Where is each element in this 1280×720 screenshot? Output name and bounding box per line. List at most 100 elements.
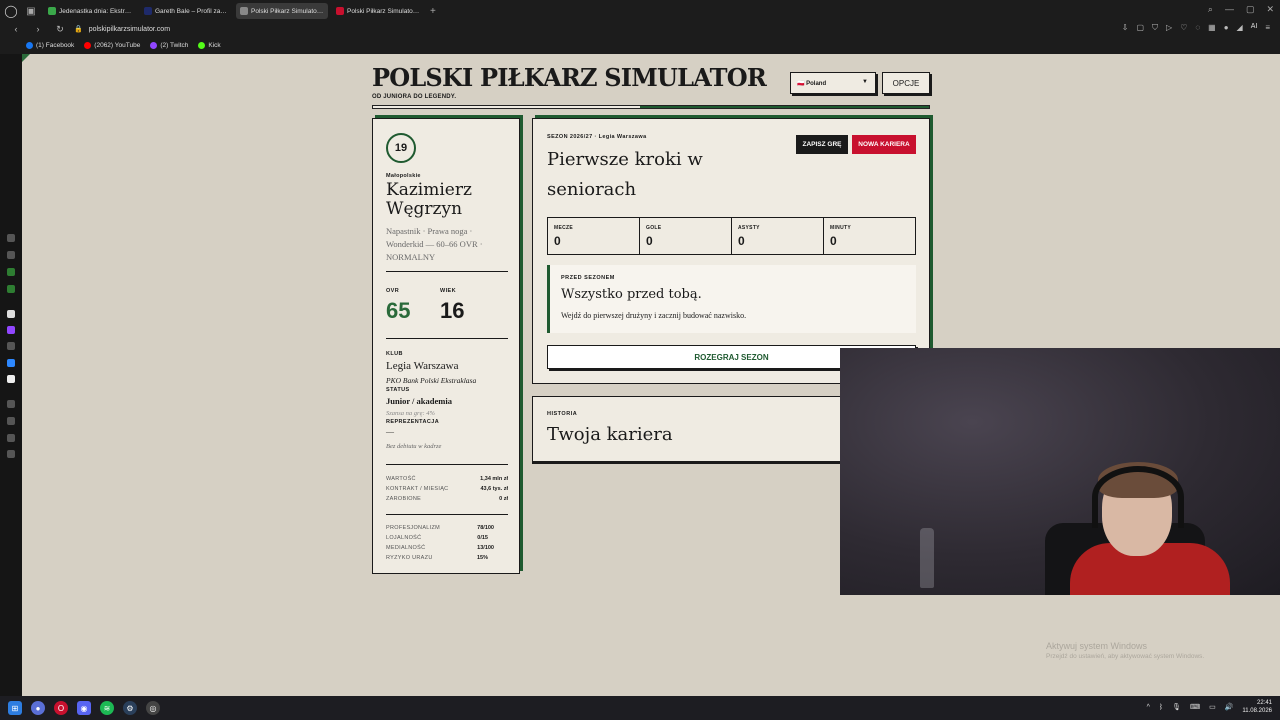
browser-tab-2[interactable]: Gareth Bale – Profil zawodnika xyxy=(140,3,232,19)
attribute-row: PROFESJONALIZM 78/100 xyxy=(386,525,508,531)
browser-tab-3-active[interactable]: Polski Piłkarz Simulator — Od juniora do… xyxy=(236,3,328,19)
season-label: SEZON 2026/27 · Legia Warszawa xyxy=(547,134,647,140)
ovr-value: 65 xyxy=(386,298,411,323)
tab-favicon-icon xyxy=(240,7,248,15)
bookmark-youtube[interactable]: (2062) YouTube xyxy=(84,41,140,49)
finance-value: 43,6 tys. zł xyxy=(480,486,508,492)
language-icon[interactable]: ⌨ xyxy=(1190,703,1200,711)
obs-icon[interactable]: ◎ xyxy=(146,701,160,715)
lock-icon[interactable]: 🔒 xyxy=(74,25,83,33)
preseason-label: PRZED SEZONEM xyxy=(561,275,615,281)
copilot-icon[interactable]: ● xyxy=(31,701,45,715)
maximize-icon[interactable]: ▢ xyxy=(1246,4,1255,15)
spotify-icon[interactable]: ≋ xyxy=(100,701,114,715)
reload-icon[interactable]: ↻ xyxy=(54,24,66,35)
status-label: STATUS xyxy=(386,387,410,393)
stat-label: GOLE xyxy=(646,225,662,231)
aria-icon[interactable]: ◢ xyxy=(1237,23,1243,33)
sidebar-pinboard-icon[interactable] xyxy=(7,251,15,259)
facebook-icon xyxy=(26,41,33,49)
stat-value: 0 xyxy=(554,234,561,248)
stat-value: 0 xyxy=(830,234,837,248)
player-icon[interactable]: ▷ xyxy=(1166,23,1172,33)
sidebar-history-icon[interactable] xyxy=(7,234,15,242)
season-stats-grid: MECZE 0 GOLE 0 ASYSTY 0 MINUTY 0 xyxy=(547,217,916,255)
taskbar-clock[interactable]: 22:41 11.08.2026 xyxy=(1242,699,1272,715)
heart-icon[interactable]: ♡ xyxy=(1180,23,1187,33)
finance-key: KONTRAKT / MIESIĄC xyxy=(386,486,449,492)
back-arrow-icon[interactable]: ‹ xyxy=(10,24,22,34)
opera-logo-icon[interactable]: ◯ xyxy=(0,0,22,22)
forward-arrow-icon[interactable]: › xyxy=(32,24,44,34)
profile-icon[interactable]: ● xyxy=(1224,23,1229,33)
opera-icon[interactable]: O xyxy=(54,701,68,715)
sidebar-chatgpt-icon[interactable] xyxy=(7,310,15,318)
close-icon[interactable]: ✕ xyxy=(1266,4,1274,15)
career-progress-bar xyxy=(372,105,930,109)
country-select[interactable]: 🇵🇱 Poland ▼ xyxy=(790,72,876,94)
kick-icon xyxy=(198,41,206,49)
sidebar-clock-icon[interactable] xyxy=(7,400,15,408)
search-tabs-icon[interactable]: ⌕ xyxy=(1208,4,1213,15)
player-card: 19 Małopolskie Kazimierz Węgrzyn Napastn… xyxy=(372,118,520,574)
sidebar-twitch-icon[interactable] xyxy=(7,326,15,334)
country-select-value: 🇵🇱 Poland xyxy=(797,80,827,87)
new-tab-plus-icon[interactable]: + xyxy=(430,6,436,17)
webcam-overlay xyxy=(840,348,1280,595)
sidebar-percent-icon[interactable] xyxy=(7,342,15,350)
sidebar-cube-icon[interactable] xyxy=(7,417,15,425)
browser-sidebar xyxy=(0,54,22,696)
ovr-label: OVR xyxy=(386,288,400,294)
extension-icon[interactable]: ▦ xyxy=(1208,23,1216,33)
snapshot-icon[interactable]: ▢ xyxy=(1136,23,1144,33)
player-region: Małopolskie xyxy=(386,173,421,179)
play-chance: Szansa na grę: 4% xyxy=(386,410,435,417)
url-field[interactable]: polskipilkarzsimulator.com xyxy=(89,26,170,33)
new-career-button[interactable]: NOWA KARIERA xyxy=(852,135,916,154)
discord-icon[interactable]: ◉ xyxy=(77,701,91,715)
browser-tab-4[interactable]: Polski Piłkarz Simulator — Od juniora do… xyxy=(332,3,424,19)
bluetooth-icon[interactable]: ᛒ xyxy=(1159,704,1163,711)
youtube-icon xyxy=(84,41,92,49)
sidebar-messenger-icon[interactable] xyxy=(7,359,15,367)
options-button[interactable]: OPCJE xyxy=(882,72,930,94)
microphone-icon[interactable]: 🎙 xyxy=(1172,703,1181,711)
attribute-value: 78/100 xyxy=(477,525,494,531)
sidebar-tiktok-icon[interactable] xyxy=(7,375,15,383)
season-title: Pierwsze kroki w seniorach xyxy=(547,149,703,200)
national-team-label: REPREZENTACJA xyxy=(386,419,440,425)
browser-tab-1[interactable]: Jedenastka dnia: Ekstraklasa xyxy=(44,3,136,19)
windows-start-icon[interactable]: ⊞ xyxy=(8,701,22,715)
menu-icon[interactable]: ≡ xyxy=(1265,23,1270,33)
sidebar-workspace-icon[interactable] xyxy=(7,268,15,276)
minimize-icon[interactable]: — xyxy=(1225,4,1234,15)
ai-label[interactable]: AI xyxy=(1251,23,1258,33)
finance-key: ZAROBIONE xyxy=(386,496,422,502)
history-label: HISTORIA xyxy=(547,411,578,417)
bookmark-twitch[interactable]: (2) Twitch xyxy=(150,41,188,49)
sidebar-settings-icon[interactable] xyxy=(7,450,15,458)
tab-title: Gareth Bale – Profil zawodnika xyxy=(155,7,228,15)
activation-subtitle: Przejdź do ustawień, aby aktywować syste… xyxy=(1046,653,1205,660)
sidebar-extensions-icon[interactable] xyxy=(7,434,15,442)
divider xyxy=(386,514,508,515)
tab-favicon-icon xyxy=(48,7,56,15)
divider xyxy=(386,464,508,465)
stat-value: 0 xyxy=(738,234,745,248)
bookmark-kick[interactable]: Kick xyxy=(198,41,221,49)
save-game-button[interactable]: ZAPISZ GRĘ xyxy=(796,135,848,154)
network-icon[interactable]: ▭ xyxy=(1209,703,1216,711)
workspaces-icon[interactable]: ▣ xyxy=(22,0,40,22)
attribute-key: RYZYKO URAZU xyxy=(386,555,433,561)
age-value: 16 xyxy=(440,298,465,323)
steam-icon[interactable]: ⚙ xyxy=(123,701,137,715)
sidebar-notes-icon[interactable] xyxy=(7,285,15,293)
volume-icon[interactable]: 🔊 xyxy=(1225,703,1234,711)
tray-chevron-icon[interactable]: ^ xyxy=(1147,704,1150,711)
vpn-shield-icon[interactable]: ⛉ xyxy=(1152,23,1158,33)
stat-label: MECZE xyxy=(554,225,573,231)
download-icon[interactable]: ⇩ xyxy=(1122,23,1129,33)
messenger-icon[interactable]: ◌ xyxy=(1195,23,1200,33)
attribute-key: LOJALNOŚĆ xyxy=(386,535,422,541)
bookmark-facebook[interactable]: (1) Facebook xyxy=(26,41,74,49)
